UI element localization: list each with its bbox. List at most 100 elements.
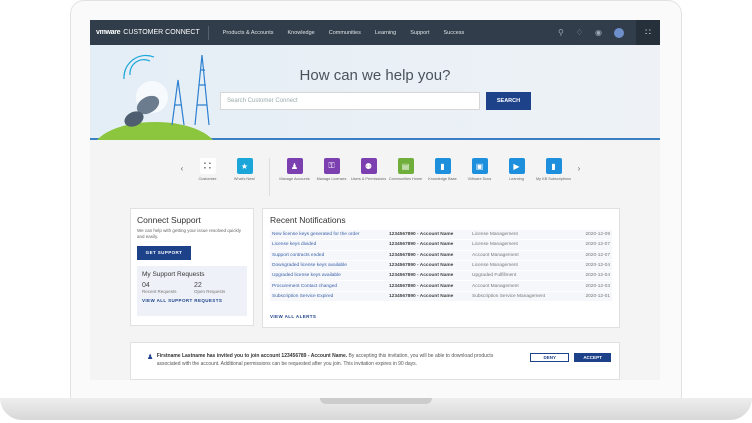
- notification-category: License Management: [472, 232, 518, 238]
- shortcut-what-s-new[interactable]: ★ What's New!: [226, 158, 263, 181]
- laptop-notch: [320, 398, 432, 404]
- notification-account: 1234567890 - Account Name: [389, 273, 454, 279]
- shortcut-label: VMware Docs: [467, 177, 492, 181]
- notification-date: 2020-12-09: [585, 232, 610, 238]
- notification-category: Account Management: [472, 252, 519, 258]
- bell-icon[interactable]: ♢: [576, 28, 583, 37]
- shortcut-label: What's New!: [233, 177, 256, 181]
- hero-title: How can we help you?: [299, 67, 451, 84]
- docs-icon: ▣: [471, 158, 488, 174]
- user-invite-icon: ♟: [147, 354, 154, 361]
- recent-count: 04: [142, 281, 150, 289]
- star-icon: ★: [236, 158, 253, 174]
- notification-row: Upgraded license keys available 123456789…: [270, 271, 612, 282]
- shortcut-learning[interactable]: ▶ Learning: [498, 158, 535, 181]
- shortcut-knowledge-base[interactable]: ▮ Knowledge Base: [424, 158, 461, 181]
- logo[interactable]: vmware CUSTOMER CONNECT: [96, 25, 209, 40]
- deny-button[interactable]: DENY: [530, 353, 570, 362]
- recent-label: Recent Requests: [142, 288, 177, 294]
- connect-support-card: Connect Support We can help with getting…: [130, 208, 254, 326]
- notification-title[interactable]: Downgraded license keys available: [272, 263, 389, 268]
- users-icon: ⚉: [360, 158, 377, 174]
- shortcut-customize[interactable]: ∷ Customize: [189, 158, 226, 181]
- my-support-requests: My Support Requests 04 Recent Requests 22…: [137, 265, 247, 316]
- shortcut-divider: [269, 158, 270, 196]
- shortcut-users-permissions[interactable]: ⚉ Users & Permissions: [350, 158, 387, 181]
- globe-icon[interactable]: ◉: [595, 28, 602, 37]
- video-icon: ▶: [508, 158, 525, 174]
- search-input[interactable]: Search Customer Connect: [220, 92, 480, 110]
- get-support-button[interactable]: GET SUPPORT: [137, 245, 191, 260]
- nav-support[interactable]: Support: [410, 30, 429, 36]
- notification-category: License Management: [472, 263, 518, 269]
- nav-communities[interactable]: Communities: [329, 30, 361, 36]
- shortcut-my-kb-subscriptions[interactable]: ▮ My KB Subscriptions: [535, 158, 572, 181]
- document-icon: ▮: [434, 158, 451, 174]
- search-button[interactable]: SEARCH: [486, 92, 531, 110]
- chevron-right-icon[interactable]: ›: [572, 164, 586, 173]
- notification-account: 1234567890 - Account Name: [389, 252, 454, 258]
- notification-row: Subscription Service Expired 1234567890 -…: [270, 291, 612, 303]
- shortcut-label: Learning: [509, 177, 524, 181]
- chevron-left-icon[interactable]: ‹: [175, 164, 189, 173]
- shortcut-vmware-docs[interactable]: ▣ VMware Docs: [461, 158, 498, 181]
- nav-products-accounts[interactable]: Products & Accounts: [223, 30, 274, 36]
- shortcut-label: Communities Home: [388, 177, 423, 181]
- connect-support-desc: We can help with getting your issue reso…: [137, 228, 241, 240]
- notification-title[interactable]: Upgraded license keys available: [272, 273, 389, 278]
- open-count: 22: [194, 281, 202, 289]
- notification-account: 1234567890 - Account Name: [389, 263, 454, 269]
- my-support-requests-title: My Support Requests: [142, 270, 205, 278]
- recent-notifications-title: Recent Notifications: [270, 215, 346, 225]
- shortcut-label: Manage Licenses: [316, 177, 347, 181]
- notification-date: 2020-12-07: [585, 242, 610, 248]
- open-label: Open Requests: [194, 288, 226, 294]
- invitation-bold: Firstname Lastname has invited you to jo…: [156, 353, 348, 359]
- notification-category: Upgraded Fulfillment: [472, 273, 517, 279]
- shortcut-communities-home[interactable]: ▤ Communities Home: [387, 158, 424, 181]
- screen: vmware CUSTOMER CONNECT Products & Accoun…: [90, 20, 660, 380]
- top-nav: vmware CUSTOMER CONNECT Products & Accoun…: [90, 20, 660, 45]
- shortcut-manage-accounts[interactable]: ♟ Manage Accounts: [276, 158, 313, 181]
- notification-title[interactable]: New license keys generated for the order: [272, 232, 389, 237]
- shortcuts-bar: ‹ ∷ Customize ★ What's New! ♟ Manage Accounts…: [175, 158, 586, 196]
- nav-success[interactable]: Success: [444, 30, 465, 36]
- hero-illustration-icon: [97, 54, 213, 140]
- invitation-message: Firstname Lastname has invited you to jo…: [157, 353, 516, 379]
- accept-button[interactable]: ACCEPT: [574, 353, 611, 362]
- notification-row: Procurement Contact changed 1234567890 - …: [270, 281, 612, 292]
- notification-row: Support contracts ended 1234567890 - Acco…: [270, 250, 612, 261]
- key-icon: ⚿: [323, 158, 340, 174]
- shortcut-label: Customize: [198, 177, 217, 181]
- view-all-alerts-link[interactable]: VIEW ALL ALERTS: [270, 314, 612, 319]
- account-icon: ♟: [286, 158, 303, 174]
- invitation-banner: ♟ Firstname Lastname has invited you to …: [130, 342, 620, 380]
- connect-support-title: Connect Support: [137, 215, 201, 225]
- nav-knowledge[interactable]: Knowledge: [288, 30, 315, 36]
- notification-title[interactable]: Support contracts ended: [272, 253, 389, 258]
- shortcut-label: Users & Permissions: [350, 177, 387, 181]
- notification-row: Downgraded license keys available 1234567…: [270, 260, 612, 272]
- notification-date: 2020-12-04: [585, 273, 610, 279]
- notification-date: 2020-12-07: [585, 252, 610, 258]
- avatar[interactable]: [614, 27, 624, 38]
- recent-notifications-card: Recent Notifications New license keys ge…: [262, 208, 620, 328]
- shortcut-label: My KB Subscriptions: [535, 177, 572, 181]
- notification-title[interactable]: License keys divided: [272, 242, 389, 247]
- notification-category: Account Management: [472, 283, 519, 289]
- notification-title[interactable]: Subscription Service Expired: [272, 294, 389, 299]
- shortcut-label: Manage Accounts: [279, 177, 310, 181]
- chat-icon: ▤: [397, 158, 414, 174]
- search-icon[interactable]: ⚲: [558, 28, 564, 37]
- logo-mark: vmware: [96, 29, 121, 36]
- nav-learning[interactable]: Learning: [375, 30, 396, 36]
- apps-grid-icon[interactable]: ∷: [636, 20, 660, 45]
- view-all-support-requests-link[interactable]: VIEW ALL SUPPORT REQUESTS: [142, 298, 242, 303]
- notification-row: New license keys generated for the order…: [270, 230, 612, 241]
- notification-title[interactable]: Procurement Contact changed: [272, 284, 389, 289]
- grid-icon: ∷: [199, 158, 216, 174]
- notification-row: License keys divided 1234567890 - Account…: [270, 240, 612, 251]
- notification-date: 2020-12-03: [585, 283, 610, 289]
- shortcut-manage-licenses[interactable]: ⚿ Manage Licenses: [313, 158, 350, 181]
- notification-account: 1234567890 - Account Name: [389, 242, 454, 248]
